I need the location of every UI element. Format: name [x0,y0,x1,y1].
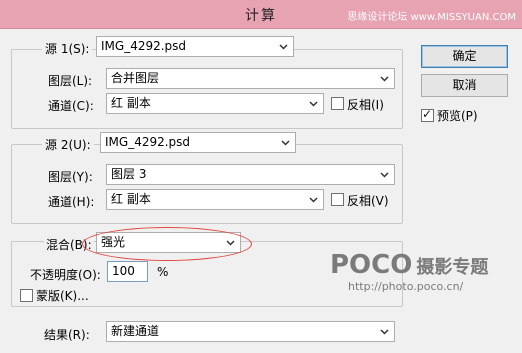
source1-layer-select[interactable]: 合并图层 [106,68,395,89]
source1-invert-checkbox[interactable] [331,97,344,110]
poco-url: http://photo.poco.cn/ [348,280,464,293]
source2-channel-value: 红 副本 [111,192,151,206]
opacity-label: 不透明度(O): [30,268,101,282]
chevron-down-icon [380,76,389,82]
source1-file-select[interactable]: IMG_4292.psd [96,36,294,57]
source1-channel-value: 红 副本 [111,96,151,110]
source1-invert-label: 反相(I) [347,98,384,112]
opacity-unit: % [157,265,169,279]
source1-layer-value: 合并图层 [111,71,160,85]
source1-file-value: IMG_4292.psd [101,39,187,53]
poco-brand-cn: 摄影专题 [416,257,489,278]
site-watermark: 思缘设计论坛 www.MISSYUAN.COM [347,12,516,23]
mask-label: 蒙版(K)... [36,289,89,303]
source1-layer-label: 图层(L): [48,74,93,88]
preview-checkbox[interactable] [421,107,434,122]
preview-label: 预览(P) [437,109,478,123]
source2-channel-label: 通道(H): [48,195,95,209]
result-label: 结果(R): [44,328,90,342]
result-select[interactable]: 新建通道 [106,321,395,342]
poco-watermark: POCO 摄影专题 http://photo.poco.cn/ [330,250,520,294]
source2-label: 源 2(U): [42,136,94,153]
chevron-down-icon [380,172,389,178]
opacity-input[interactable]: 100 [107,261,148,282]
chevron-down-icon [309,197,318,203]
mask-checkbox[interactable] [20,289,33,302]
chevron-down-icon [309,101,318,107]
source2-layer-select[interactable]: 图层 3 [106,164,395,185]
source1-channel-select[interactable]: 红 副本 [106,93,324,114]
source2-layer-label: 图层(Y): [48,170,93,184]
ok-button[interactable]: 确定 [421,45,508,68]
source1-label: 源 1(S): [42,40,93,57]
source2-layer-value: 图层 3 [111,167,147,181]
dialog-body: 源 1(S): IMG_4292.psd 图层(L): 合并图层 通道(C): … [0,29,522,353]
source1-channel-label: 通道(C): [48,99,94,113]
poco-logo: POCO [330,250,413,280]
source2-channel-select[interactable]: 红 副本 [106,189,324,210]
source2-file-value: IMG_4292.psd [105,135,191,149]
opacity-value: 100 [112,264,135,278]
cancel-button[interactable]: 取消 [421,74,508,97]
source2-invert-checkbox[interactable] [331,193,344,206]
chevron-down-icon [281,140,290,146]
title-bar: 计算 思缘设计论坛 www.MISSYUAN.COM [0,0,522,29]
source1-group [11,49,403,129]
highlight-ellipse [82,227,252,261]
source2-invert-label: 反相(V) [347,194,389,208]
chevron-down-icon [380,329,389,335]
source2-file-select[interactable]: IMG_4292.psd [100,132,296,153]
result-value: 新建通道 [111,324,160,338]
chevron-down-icon [279,44,288,50]
